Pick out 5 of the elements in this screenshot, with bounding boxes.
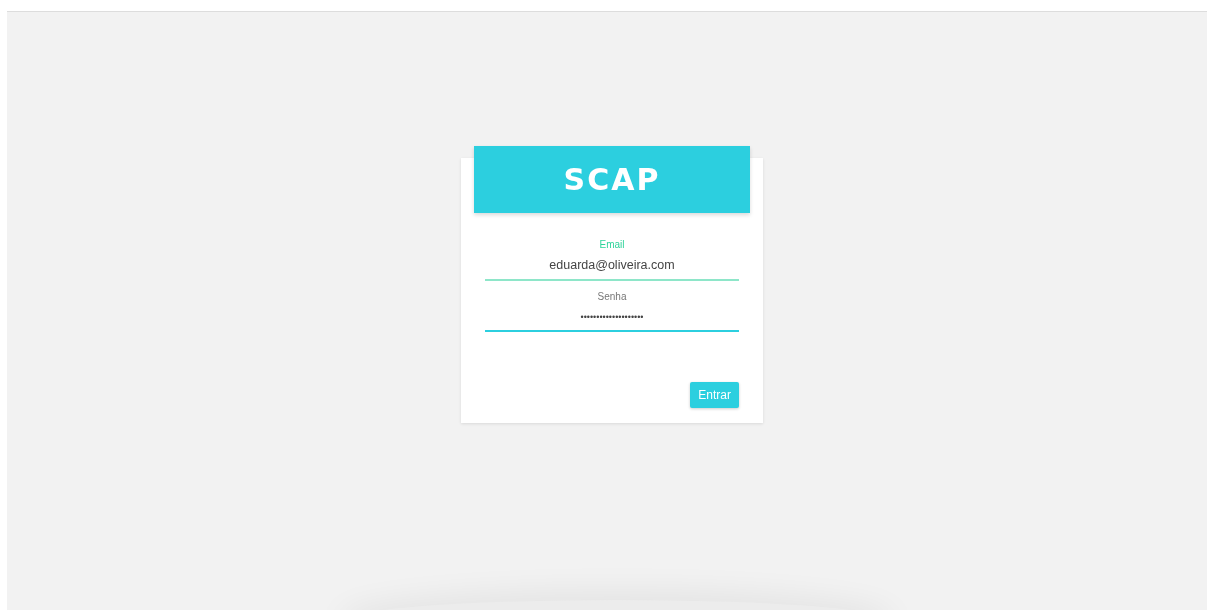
password-field[interactable]: ••••••••••••••••••••	[485, 302, 739, 333]
logo: SCAP	[563, 164, 661, 195]
email-field[interactable]: eduarda@oliveira.com	[485, 251, 739, 281]
field-label: Email	[598, 239, 626, 251]
field-label: Senha	[596, 290, 628, 303]
